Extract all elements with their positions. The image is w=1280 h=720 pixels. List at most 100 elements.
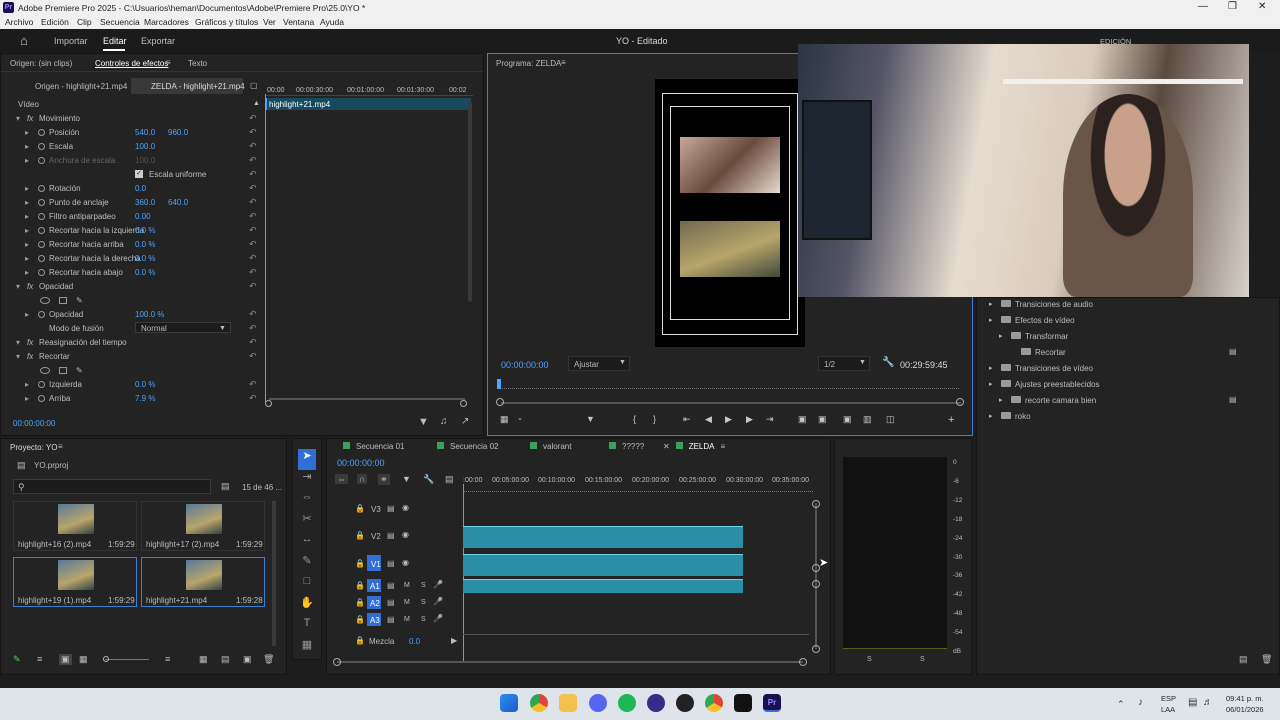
add-marker-icon[interactable]: ▼: [402, 474, 411, 484]
clock-date[interactable]: 06/01/2026: [1226, 705, 1264, 714]
settings-wrench-icon[interactable]: 🔧: [882, 357, 894, 368]
captions-toggle-icon[interactable]: ▤: [445, 474, 454, 485]
ec-scrollbar[interactable]: [468, 102, 472, 302]
menu-secuencia[interactable]: Secuencia: [100, 17, 140, 27]
program-zoom-handle-right[interactable]: [956, 398, 964, 406]
toggle-sync-icon[interactable]: ▤: [387, 531, 395, 540]
lock-icon[interactable]: 🔒: [355, 615, 365, 624]
stopwatch-icon[interactable]: [38, 226, 45, 234]
ec-range-handle-right[interactable]: [460, 400, 467, 407]
chrome-icon[interactable]: [705, 694, 723, 712]
ec-timecode[interactable]: 00:00:00:00: [13, 419, 55, 428]
reset-icon[interactable]: ↶: [249, 197, 257, 208]
stopwatch-icon[interactable]: [38, 184, 45, 192]
pencil-icon[interactable]: ✎: [13, 654, 21, 665]
lang-code[interactable]: ESP: [1161, 694, 1176, 703]
project-clip-item[interactable]: highlight+16 (2).mp4 1:59:29: [13, 501, 137, 551]
hscroll-handle-left[interactable]: [333, 658, 341, 666]
project-menu-icon[interactable]: ≡: [58, 442, 63, 451]
tab-origen[interactable]: Origen: (sin clips): [10, 56, 72, 72]
app-icon[interactable]: [647, 694, 665, 712]
vscroll-handle[interactable]: [812, 500, 820, 508]
clock-time[interactable]: 09:41 p. m.: [1226, 694, 1264, 703]
ec-scroll-range[interactable]: [269, 398, 465, 404]
new-item-icon[interactable]: ▣: [243, 654, 252, 665]
effects-tree-item[interactable]: ▸ Transiciones de vídeo: [977, 362, 1277, 376]
effects-tree-item[interactable]: ▸ roko: [977, 410, 1277, 424]
vscroll-handle[interactable]: [812, 645, 820, 653]
minimize-button[interactable]: —: [1198, 1, 1208, 12]
reset-icon[interactable]: ↶: [249, 169, 257, 180]
twirl-icon[interactable]: ▸: [989, 316, 993, 324]
v2-clip[interactable]: [463, 526, 743, 548]
nest-icon[interactable]: ⇔: [335, 474, 348, 484]
network-icon[interactable]: ▤: [1188, 697, 1197, 708]
ec-value[interactable]: 7.9 %: [135, 394, 155, 403]
snap-icon[interactable]: ∩: [357, 474, 368, 484]
effects-tree-item[interactable]: Recortar ▤: [977, 346, 1277, 360]
stopwatch-icon[interactable]: [38, 156, 45, 164]
pen-mask-icon[interactable]: ✎: [76, 366, 83, 375]
windows-start-icon[interactable]: [500, 694, 518, 712]
microphone-icon[interactable]: 🎤: [433, 580, 443, 589]
menu-ayuda[interactable]: Ayuda: [320, 17, 344, 27]
twirl-right-icon[interactable]: ▸: [25, 380, 33, 389]
lift-icon[interactable]: ▣: [798, 414, 807, 425]
lock-icon[interactable]: 🔒: [355, 581, 365, 590]
reset-icon[interactable]: ↶: [249, 127, 257, 138]
new-search-bin-icon[interactable]: ▤: [221, 481, 230, 492]
stopwatch-icon[interactable]: [38, 394, 45, 402]
reset-icon[interactable]: ↶: [249, 267, 257, 278]
program-playhead[interactable]: [497, 379, 501, 389]
mix-value[interactable]: 0.0: [409, 637, 420, 646]
program-zoom-bar[interactable]: [501, 402, 961, 404]
tab-exportar[interactable]: Exportar: [141, 36, 175, 46]
chevron-up-icon[interactable]: ⌃: [1117, 699, 1125, 710]
freeform-view-icon[interactable]: ▦: [79, 654, 88, 665]
reset-icon[interactable]: ↶: [249, 225, 257, 236]
linked-selection-icon[interactable]: ⚭: [378, 474, 390, 485]
file-explorer-icon[interactable]: [559, 694, 577, 712]
timeline-hscroll[interactable]: [337, 661, 803, 663]
ec-value[interactable]: 640.0: [168, 198, 188, 207]
stopwatch-icon[interactable]: [38, 142, 45, 150]
twirl-right-icon[interactable]: ▸: [25, 212, 33, 221]
project-scrollbar[interactable]: [272, 501, 276, 646]
home-icon[interactable]: ⌂: [20, 33, 28, 48]
effects-tree-item[interactable]: ▸ Ajustes preestablecidos: [977, 378, 1277, 392]
razor-icon[interactable]: ✂: [293, 512, 321, 533]
project-clip-item[interactable]: highlight+17 (2).mp4 1:59:29: [141, 501, 265, 551]
uniform-scale-checkbox[interactable]: ✓: [135, 170, 143, 178]
track-select-icon[interactable]: ⇥: [293, 470, 321, 491]
toggle-sync-icon[interactable]: ▤: [387, 504, 395, 513]
timeline-vscroll[interactable]: [815, 503, 817, 649]
new-bin-icon[interactable]: ▤: [221, 654, 230, 665]
ec-value[interactable]: 0.0: [135, 184, 146, 193]
vr-icon[interactable]: ◫: [886, 414, 895, 425]
reset-icon[interactable]: ↶: [249, 155, 257, 166]
fx-badge[interactable]: fx: [27, 282, 33, 291]
rect-mask-icon[interactable]: [59, 366, 67, 374]
tab-importar[interactable]: Importar: [54, 36, 88, 46]
stopwatch-icon[interactable]: [38, 254, 45, 262]
ec-ruler[interactable]: 00:00 00:00:30:00 00:01:00:00 00:01:30:0…: [265, 82, 473, 96]
reset-icon[interactable]: ↶: [249, 211, 257, 222]
ec-value[interactable]: 0.00: [135, 212, 151, 221]
captions-icon[interactable]: ▦: [293, 638, 321, 659]
sequence-tab[interactable]: ?????: [609, 442, 644, 451]
zoom-slider-handle[interactable]: [103, 656, 109, 662]
delete-icon[interactable]: 🗑: [263, 654, 274, 665]
video-track-header[interactable]: 🔒 V2 ▤ ◉: [327, 529, 463, 545]
program-scrubber[interactable]: [499, 381, 959, 389]
filter-icon[interactable]: ▼: [418, 416, 429, 428]
ec-value[interactable]: 360.0: [135, 198, 155, 207]
microphone-icon[interactable]: 🎤: [433, 614, 443, 623]
step-forward-icon[interactable]: ▶: [746, 414, 753, 425]
lock-icon[interactable]: 🔒: [355, 636, 365, 645]
pen-icon[interactable]: ✎: [293, 554, 321, 575]
region-code[interactable]: LAA: [1161, 705, 1175, 714]
reset-icon[interactable]: ↶: [249, 393, 257, 404]
video-track-header[interactable]: 🔒 V3 ▤ ◉: [327, 502, 463, 518]
twirl-icon[interactable]: ▸: [989, 412, 993, 420]
fx-badge[interactable]: fx: [27, 352, 33, 361]
